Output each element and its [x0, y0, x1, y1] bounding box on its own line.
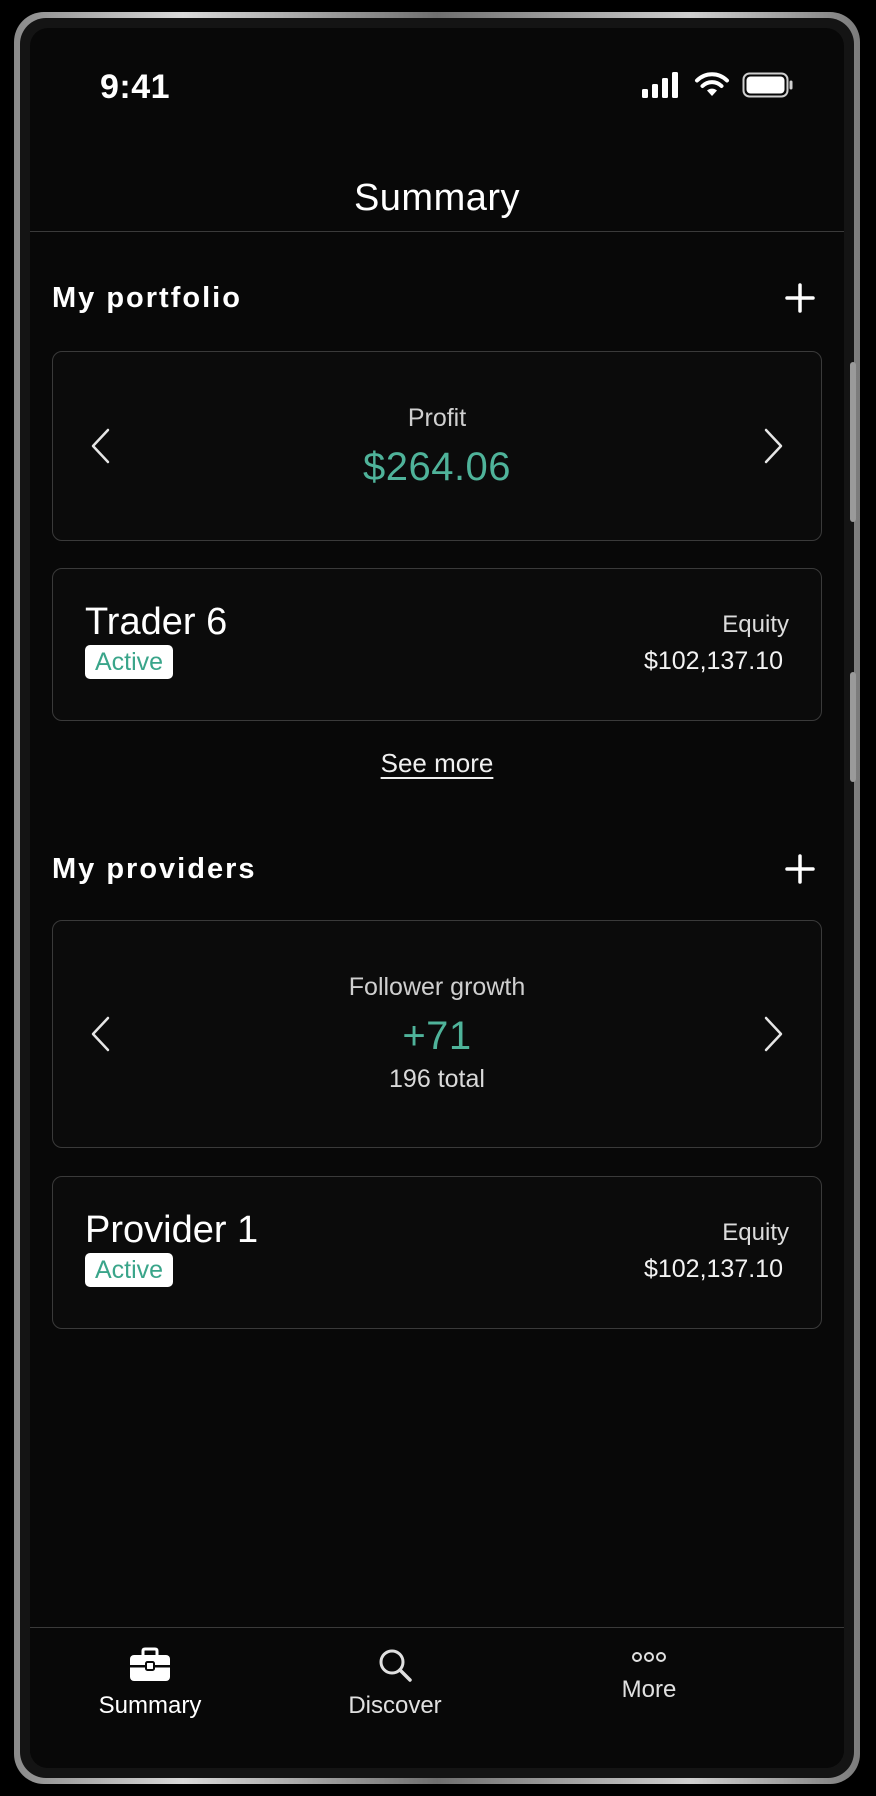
screen: 9:41 Summary My portfolio Profit $264.06…: [30, 28, 844, 1768]
nav-item-summary[interactable]: Summary: [50, 1642, 250, 1720]
plus-icon: [785, 854, 815, 884]
more-icon: [632, 1652, 666, 1662]
add-provider-button[interactable]: [778, 847, 822, 891]
nav-more-icon-wrap: [549, 1642, 749, 1672]
chevron-left-icon: [91, 1016, 110, 1052]
device-frame: 9:41 Summary My portfolio Profit $264.06…: [14, 12, 860, 1784]
status-badge: Active: [85, 1253, 174, 1287]
see-more-link[interactable]: See more: [30, 748, 844, 779]
chevron-left-icon: [91, 428, 110, 464]
providers-section-header: My providers: [52, 844, 822, 894]
nav-discover-icon-wrap: [295, 1642, 495, 1688]
portfolio-carousel-prev-button[interactable]: [75, 421, 125, 471]
portfolio-section-title: My portfolio: [52, 281, 242, 314]
equity-value: $102,137.10: [643, 1255, 783, 1283]
nav-summary-icon-wrap: [50, 1642, 250, 1688]
portfolio-trader-card[interactable]: Trader 6 Active Equity $102,137.10: [52, 568, 822, 721]
providers-carousel-content: Follower growth +71 196 total: [143, 973, 731, 1094]
nav-item-discover[interactable]: Discover: [295, 1642, 495, 1720]
nav-discover-label: Discover: [348, 1692, 442, 1719]
follower-total: 196 total: [389, 1065, 485, 1093]
provider-name: Provider 1: [85, 1209, 259, 1251]
follower-growth-value: +71: [402, 1014, 472, 1058]
providers-carousel-next-button[interactable]: [749, 1009, 799, 1059]
equity-label: Equity: [722, 1219, 789, 1246]
portfolio-carousel-next-button[interactable]: [749, 421, 799, 471]
plus-icon: [785, 283, 815, 313]
page-title: Summary: [353, 177, 521, 219]
add-portfolio-button[interactable]: [778, 276, 822, 320]
providers-section-title: My providers: [52, 852, 257, 885]
status-bar: 9:41: [30, 28, 844, 138]
nav-summary-label: Summary: [98, 1692, 202, 1719]
chevron-right-icon: [764, 1016, 783, 1052]
battery-icon: [742, 72, 793, 98]
equity-value: $102,137.10: [643, 647, 783, 675]
providers-growth-carousel: Follower growth +71 196 total: [52, 920, 822, 1148]
device-bezel: 9:41 Summary My portfolio Profit $264.06…: [20, 18, 854, 1778]
side-power-button: [850, 672, 856, 782]
profit-label: Profit: [407, 404, 467, 432]
header: Summary: [30, 168, 844, 232]
briefcase-icon: [130, 1647, 170, 1681]
portfolio-carousel-content: Profit $264.06: [143, 404, 731, 490]
bottom-nav: Summary Discover More: [30, 1627, 844, 1768]
status-time: 9:41: [100, 68, 171, 106]
wifi-icon: [695, 72, 729, 96]
status-icons: [642, 72, 794, 98]
portfolio-profit-carousel: Profit $264.06: [52, 351, 822, 541]
trader-name: Trader 6: [85, 601, 228, 643]
provider-card[interactable]: Provider 1 Active Equity $102,137.10: [52, 1176, 822, 1329]
status-badge: Active: [85, 645, 174, 679]
profit-value: $264.06: [362, 445, 512, 489]
follower-growth-label: Follower growth: [348, 973, 526, 1001]
nav-item-more[interactable]: More: [549, 1642, 749, 1704]
side-volume-button: [850, 362, 856, 522]
equity-label: Equity: [722, 611, 789, 638]
search-icon: [379, 1649, 412, 1682]
nav-more-label: More: [621, 1676, 677, 1703]
cellular-signal-icon: [642, 72, 678, 98]
chevron-right-icon: [764, 428, 783, 464]
providers-carousel-prev-button[interactable]: [75, 1009, 125, 1059]
portfolio-section-header: My portfolio: [52, 273, 822, 323]
